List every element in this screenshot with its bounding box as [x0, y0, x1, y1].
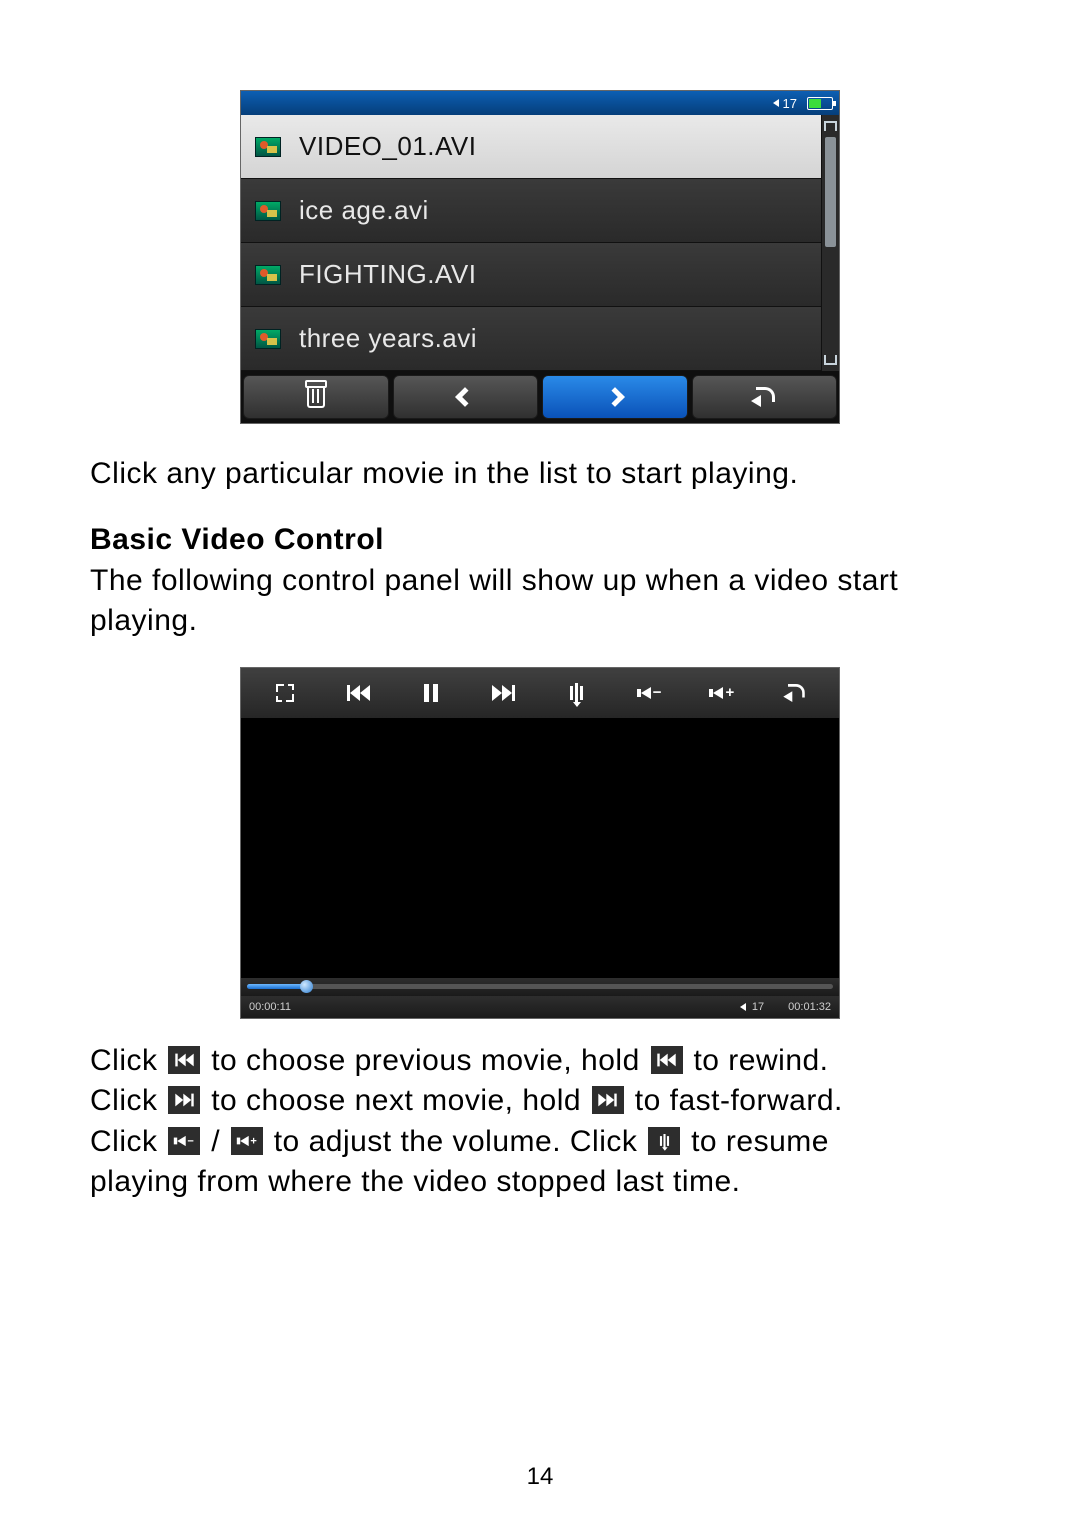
player-volume: 17 [752, 1001, 764, 1013]
file-name: three years.avi [299, 323, 477, 354]
status-bar: 17 [241, 91, 839, 115]
fullscreen-button[interactable] [267, 675, 303, 711]
video-file-icon [255, 329, 281, 349]
progress-knob[interactable] [300, 980, 313, 993]
file-name: ice age.avi [299, 195, 429, 226]
speaker-icon [740, 1003, 746, 1011]
scrollbar[interactable] [821, 115, 839, 371]
intro-text: Click any particular movie in the list t… [90, 454, 990, 495]
return-icon [751, 387, 777, 407]
expand-icon [276, 684, 294, 702]
prev-page-button[interactable] [393, 375, 539, 419]
next-icon-chip [592, 1086, 624, 1114]
video-file-icon [255, 265, 281, 285]
list-item[interactable]: ice age.avi [241, 179, 821, 243]
video-file-icon [255, 137, 281, 157]
skip-next-icon [492, 685, 515, 701]
prev-icon-chip [651, 1046, 683, 1074]
section-subhead: The following control panel will show up… [90, 561, 990, 642]
trash-icon [307, 386, 325, 408]
speaker-icon [773, 99, 779, 107]
prev-icon-chip [168, 1046, 200, 1074]
next-page-button[interactable] [542, 375, 688, 419]
previous-button[interactable] [340, 675, 376, 711]
file-name: FIGHTING.AVI [299, 259, 476, 290]
page-number: 14 [0, 1463, 1080, 1491]
bottom-toolbar [241, 371, 839, 423]
vol-down-chip: − [168, 1127, 200, 1155]
battery-icon [807, 97, 833, 110]
chevron-right-icon [605, 387, 625, 407]
video-list-screenshot: 17 VIDEO_01.AVI ice age.avi FIGHTING.AVI… [240, 90, 840, 424]
next-button[interactable] [486, 675, 522, 711]
next-icon-chip [168, 1086, 200, 1114]
list-item[interactable]: three years.avi [241, 307, 821, 371]
pause-button[interactable] [413, 675, 449, 711]
player-control-bar: − + [241, 668, 839, 718]
volume-indicator: 17 [773, 96, 797, 111]
pause-icon [424, 684, 438, 702]
bookmark-button[interactable] [558, 675, 594, 711]
volume-down-icon: − [637, 684, 662, 701]
bookmark-chip [648, 1127, 680, 1155]
scrollbar-thumb[interactable] [825, 137, 836, 247]
file-name: VIDEO_01.AVI [299, 131, 477, 162]
progress-track[interactable] [247, 984, 833, 989]
skip-prev-icon [347, 685, 370, 701]
return-button[interactable] [777, 675, 813, 711]
bookmark-icon [570, 683, 583, 703]
volume-up-button[interactable]: + [704, 675, 740, 711]
section-heading: Basic Video Control [90, 523, 990, 557]
video-canvas [241, 718, 839, 978]
chevron-left-icon [455, 387, 475, 407]
file-list: VIDEO_01.AVI ice age.avi FIGHTING.AVI th… [241, 115, 839, 371]
video-player-screenshot: − + 00:00:11 17 00:01:32 [240, 667, 840, 1019]
vol-up-chip: + [231, 1127, 263, 1155]
instructions-text: Click to choose previous movie, hold to … [90, 1041, 990, 1203]
volume-up-icon: + [709, 684, 734, 701]
volume-value: 17 [783, 96, 797, 111]
delete-button[interactable] [243, 375, 389, 419]
duration-time: 00:01:32 [788, 1001, 831, 1013]
progress-bar[interactable] [241, 978, 839, 996]
return-icon [783, 684, 806, 702]
progress-fill [247, 984, 306, 989]
list-item[interactable]: VIDEO_01.AVI [241, 115, 821, 179]
elapsed-time: 00:00:11 [249, 1001, 291, 1013]
player-info-bar: 00:00:11 17 00:01:32 [241, 996, 839, 1018]
return-button[interactable] [692, 375, 838, 419]
list-item[interactable]: FIGHTING.AVI [241, 243, 821, 307]
volume-down-button[interactable]: − [631, 675, 667, 711]
video-file-icon [255, 201, 281, 221]
